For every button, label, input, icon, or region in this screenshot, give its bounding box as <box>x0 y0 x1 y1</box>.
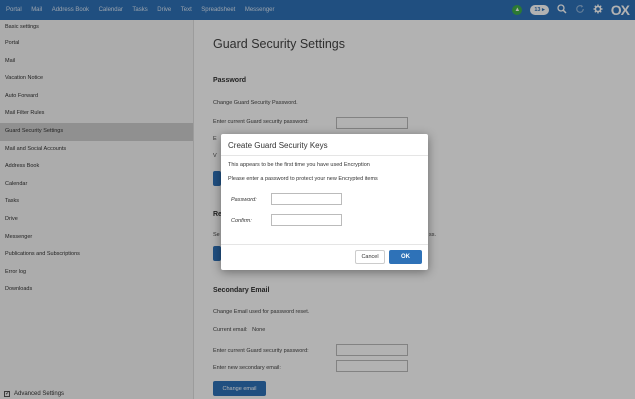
confirm-password-input[interactable] <box>271 214 342 226</box>
create-guard-keys-dialog: Create Guard Security Keys This appears … <box>221 134 428 270</box>
dialog-title: Create Guard Security Keys <box>228 141 328 150</box>
dialog-instruction-line: Please enter a password to protect your … <box>228 176 378 182</box>
confirm-label: Confirm: <box>231 218 252 224</box>
password-label: Password: <box>231 197 257 203</box>
cancel-button[interactable]: Cancel <box>355 250 385 264</box>
ok-button[interactable]: OK <box>389 250 422 264</box>
dialog-intro-line: This appears to be the first time you ha… <box>228 162 370 168</box>
dialog-header-divider <box>221 155 428 156</box>
dialog-footer-divider <box>221 244 428 245</box>
new-password-input[interactable] <box>271 193 342 205</box>
